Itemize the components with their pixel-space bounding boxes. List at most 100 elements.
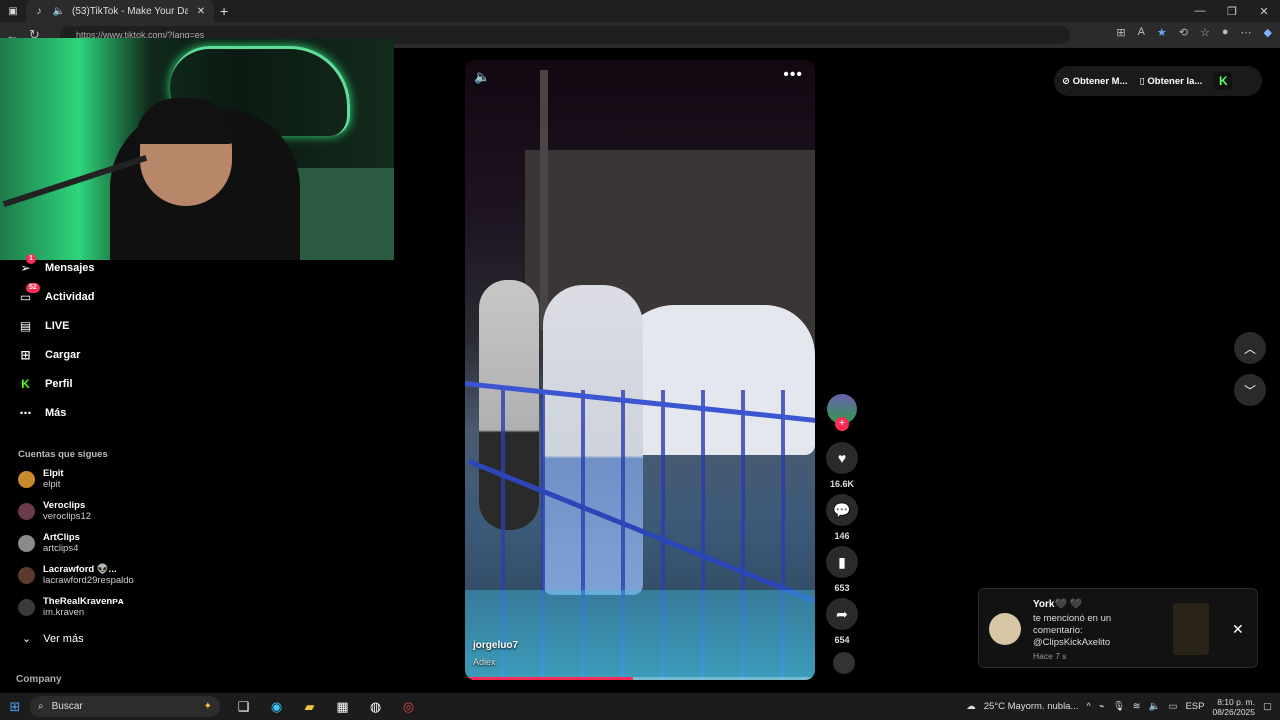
plus-square-icon: ⊞ [20,347,31,362]
window-controls: — ❐ ✕ [1184,0,1280,22]
weather-cloud-icon: ☁ [966,701,976,712]
like-count: 16.6K [829,479,855,489]
save-count: 653 [834,583,850,593]
notification-time: Hace 7 s [1033,651,1067,661]
account-name: Lacrawford 👽... [43,564,117,575]
copilot-icon[interactable]: ◆ [1264,26,1272,39]
chrome-icon[interactable]: ◎ [399,699,418,715]
volume-icon[interactable]: 🔈 [474,69,490,85]
weather-text[interactable]: 25°C Mayorm. nubla... [984,701,1079,712]
get-app-label: Obtener M... [1072,75,1128,87]
save-button[interactable]: ▮ [826,546,858,578]
system-tray: ☁ 25°C Mayorm. nubla... ^ ⌁ 🎙 ≋ 🔈 ▭ ESP … [966,693,1280,720]
menu-dots-icon[interactable]: ⋯ [1241,26,1252,39]
sidebar-item-cargar[interactable]: ⊞ Cargar [18,347,80,362]
read-aloud-icon[interactable]: A [1138,26,1145,39]
volume-icon[interactable]: 🔈 [1149,701,1161,712]
messages-badge: 1 [26,254,36,264]
mention-notification[interactable]: York🖤 🖤 te mencionó en un comentario: @C… [978,588,1258,668]
mic-icon[interactable]: 🎙 [1113,701,1125,712]
new-tab-button[interactable]: + [220,3,228,19]
app-icon[interactable]: ⊞ [1116,26,1125,39]
notification-text: comentario: [1033,625,1083,636]
following-account[interactable]: Lacrawford 👽... lacrawford29respaldo [18,564,134,586]
inbox-icon: ▭ 52 [18,283,40,304]
close-window-icon[interactable]: ✕ [1248,0,1280,22]
follow-plus-icon[interactable]: + [835,417,849,431]
file-explorer-icon[interactable]: ▰ [300,699,319,715]
see-more-button[interactable]: ⌄ Ver más [22,632,84,646]
account-username: lacrawford29respaldo [43,575,134,586]
speaker-icon[interactable]: 🔈 [52,4,66,18]
like-button[interactable]: ♥ [826,442,858,474]
following-account[interactable]: Elpit elpit [18,468,64,490]
following-section-title: Cuentas que sigues [18,449,108,460]
browser-tab[interactable]: ♪ 🔈 (53)TikTok - Make Your Day ✕ [26,0,214,22]
company-link[interactable]: Company [16,674,62,685]
language-indicator[interactable]: ESP [1185,701,1204,712]
share-button[interactable]: ➦ [826,598,858,630]
account-name: Elpit [43,468,64,479]
extensions-icon[interactable]: ⟲ [1179,26,1188,39]
music-disc-icon[interactable] [833,652,855,674]
minimize-icon[interactable]: — [1184,0,1216,22]
task-view-icon[interactable]: ❑ [234,699,253,715]
get-desktop-button[interactable]: ▯ Obtener la... [1140,76,1203,87]
tiktok-favicon-icon: ♪ [36,5,42,17]
clock-date: 08/26/2025 [1212,706,1256,717]
close-tab-icon[interactable]: ✕ [194,4,208,18]
sidebar-item-perfil[interactable]: K Perfil [18,376,72,391]
sidebar-item-label: Mensajes [45,261,95,274]
following-account[interactable]: ArtClips artclips4 [18,532,80,554]
comment-button[interactable]: 💬 [826,494,858,526]
comment-count: 146 [834,531,850,541]
sparkle-icon: ✦ [203,701,212,712]
battery-icon[interactable]: ▭ [1168,701,1177,712]
avatar [18,502,35,520]
phone-icon: ▯ [1139,75,1145,87]
clock[interactable]: 8:10 p. m. 08/26/2025 [1212,697,1255,717]
more-options-icon[interactable]: ••• [783,66,803,84]
restore-icon[interactable]: ❐ [1216,0,1248,22]
sidebar-item-mensajes[interactable]: ➢ 1 Mensajes [18,254,95,275]
obs-icon[interactable]: ◍ [366,699,385,715]
video-progress-fill [465,677,633,680]
following-account[interactable]: TheRealKravenᴘᴀ im.kraven [18,596,124,618]
taskbar-apps: ❑ ◉ ▰ ▦ ◍ ◎ [234,699,418,715]
get-app-button[interactable]: ⊘ Obtener M... [1062,76,1128,87]
video-author[interactable]: jorgeluo7 [473,640,518,651]
following-account[interactable]: Veroclips veroclips12 [18,500,91,522]
sidebar-toggle-icon[interactable]: ▣ [6,4,20,18]
chevron-down-icon: ⌄ [22,633,32,645]
next-video-button[interactable]: ﹀ [1234,374,1266,406]
windows-start-icon[interactable]: ⊞ [0,699,30,715]
tab-title: (53)TikTok - Make Your Day [72,5,188,17]
profile-icon[interactable]: ● [1222,26,1229,39]
avatar [989,613,1021,645]
favorites-icon[interactable]: ☆ [1200,26,1210,39]
video-scene-pole [540,70,548,330]
previous-video-button[interactable]: ︿ [1234,332,1266,364]
address-bar-tools: ⊞ A ★ ⟲ ☆ ● ⋯ ◆ [1116,26,1272,39]
favorite-star-icon[interactable]: ★ [1157,26,1167,39]
close-icon[interactable]: ✕ [1232,621,1244,638]
sidebar-item-actividad[interactable]: ▭ 52 Actividad [18,283,95,304]
taskbar-search[interactable]: ⌕ Buscar ✦ [30,696,220,717]
comment-icon: 💬 [833,501,851,518]
account-name: TheRealKravenᴘᴀ [43,596,124,607]
store-icon[interactable]: ▦ [333,699,352,715]
edge-icon[interactable]: ◉ [267,699,286,715]
sidebar-item-live[interactable]: ▤ LIVE [18,318,70,333]
sidebar-item-mas[interactable]: ⋯ Más [18,405,67,420]
chevron-up-icon[interactable]: ^ [1086,701,1090,712]
network-icon[interactable]: ⌁ [1099,701,1105,712]
wifi-icon[interactable]: ≋ [1133,701,1141,712]
account-username: elpit [43,479,61,490]
avatar [18,470,35,488]
video-player[interactable]: 🔈 ••• jorgeluo7 Adiex [465,60,815,680]
avatar [18,598,35,616]
top-right-actions: ⊘ Obtener M... ▯ Obtener la... K [1054,66,1262,96]
bookmark-icon: ▮ [838,553,846,570]
notifications-icon[interactable]: ▢ [1263,701,1272,712]
kick-profile-icon[interactable]: K [1214,72,1233,90]
